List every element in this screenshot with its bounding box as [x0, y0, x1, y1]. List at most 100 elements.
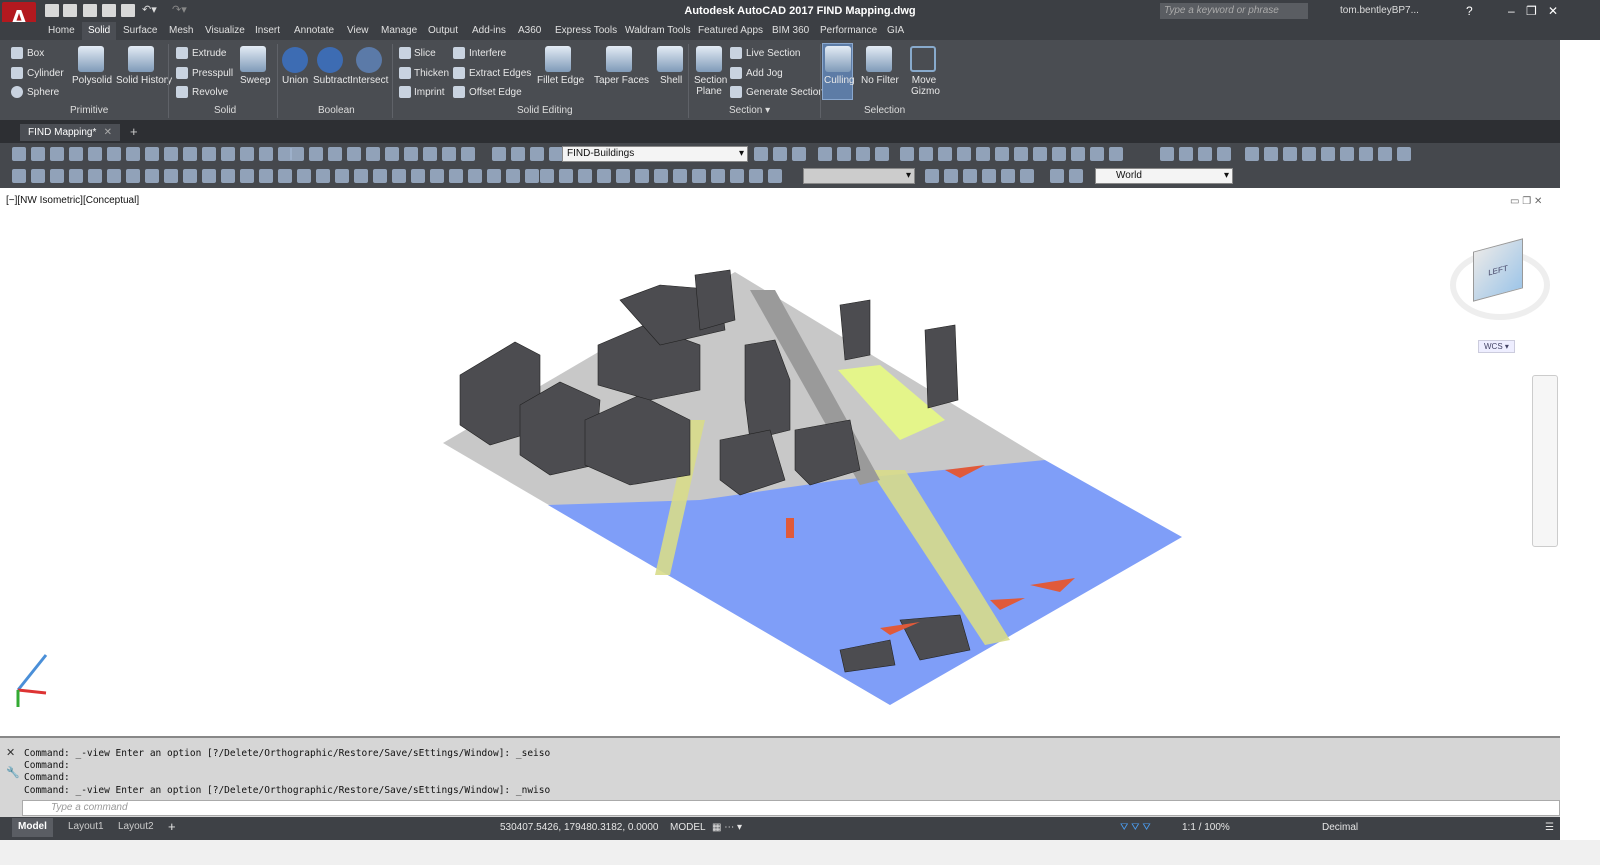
- toolbar-tool-icon[interactable]: [430, 169, 444, 183]
- close-command-line-icon[interactable]: ✕: [6, 746, 15, 759]
- toolbar-tool-icon[interactable]: [492, 147, 506, 161]
- toolbar-tool-icon[interactable]: [963, 169, 977, 183]
- customization-menu[interactable]: ☰: [1545, 822, 1554, 833]
- toolbar-tool-icon[interactable]: [925, 169, 939, 183]
- toolbar-tool-icon[interactable]: [366, 147, 380, 161]
- toolbar-tool-icon[interactable]: [1321, 147, 1335, 161]
- file-tab[interactable]: FIND Mapping* ✕: [20, 124, 120, 141]
- toolbar-tool-icon[interactable]: [183, 169, 197, 183]
- toolbar-tool-icon[interactable]: [423, 147, 437, 161]
- toolbar-tool-icon[interactable]: [711, 169, 725, 183]
- move-gizmo-button[interactable]: Move Gizmo: [911, 75, 940, 97]
- minimize-button[interactable]: –: [1508, 4, 1515, 18]
- toolbar-tool-icon[interactable]: [31, 169, 45, 183]
- toolbar-tool-icon[interactable]: [1397, 147, 1411, 161]
- tab-model[interactable]: Model: [12, 818, 53, 837]
- toolbar-tool-icon[interactable]: [1020, 169, 1034, 183]
- customize-icon[interactable]: 🔧: [6, 766, 20, 779]
- toolbar-tool-icon[interactable]: [69, 169, 83, 183]
- toolbar-tool-icon[interactable]: [938, 147, 952, 161]
- toolbar-tool-icon[interactable]: [145, 147, 159, 161]
- toolbar-tool-icon[interactable]: [328, 147, 342, 161]
- toolbar-tool-icon[interactable]: [1001, 169, 1015, 183]
- toolbar-tool-icon[interactable]: [411, 169, 425, 183]
- toolbar-tool-icon[interactable]: [107, 169, 121, 183]
- toolbar-tool-icon[interactable]: [976, 147, 990, 161]
- help-icon[interactable]: ?: [1466, 4, 1473, 18]
- toolbar-tool-icon[interactable]: [392, 169, 406, 183]
- sphere-button[interactable]: Sphere: [27, 87, 59, 98]
- toolbar-tool-icon[interactable]: [768, 169, 782, 183]
- toolbar-tool-icon[interactable]: [164, 147, 178, 161]
- toolbar-tool-icon[interactable]: [183, 147, 197, 161]
- viewport-window-controls[interactable]: ▭ ❐ ✕: [1510, 196, 1542, 207]
- toolbar-tool-icon[interactable]: [468, 169, 482, 183]
- tab-bim360[interactable]: BIM 360: [772, 25, 809, 36]
- toolbar-tool-icon[interactable]: [1179, 147, 1193, 161]
- toolbar-tool-icon[interactable]: [525, 169, 539, 183]
- restore-button[interactable]: ❐: [1526, 4, 1537, 18]
- toolbar-tool-icon[interactable]: [1359, 147, 1373, 161]
- toolbar-tool-icon[interactable]: [50, 147, 64, 161]
- toolbar-tool-icon[interactable]: [754, 147, 768, 161]
- toolbar-tool-icon[interactable]: [900, 147, 914, 161]
- toolbar-tool-icon[interactable]: [1014, 147, 1028, 161]
- drawing-viewport[interactable]: [0, 188, 1560, 736]
- toolbar-tool-icon[interactable]: [635, 169, 649, 183]
- layer-dropdown[interactable]: FIND-Buildings ▾: [562, 146, 748, 162]
- box-button[interactable]: Box: [27, 48, 44, 59]
- grid-toggle[interactable]: ▦ ⋯ ▾: [712, 822, 742, 833]
- toolbar-tool-icon[interactable]: [982, 169, 996, 183]
- close-tab-icon[interactable]: ✕: [104, 127, 112, 138]
- revolve-button[interactable]: Revolve: [192, 87, 228, 98]
- toolbar-tool-icon[interactable]: [673, 169, 687, 183]
- tab-manage[interactable]: Manage: [381, 25, 417, 36]
- toolbar-tool-icon[interactable]: [259, 169, 273, 183]
- interfere-button[interactable]: Interfere: [469, 48, 506, 59]
- toolbar-tool-icon[interactable]: [461, 147, 475, 161]
- toolbar-tool-icon[interactable]: [856, 147, 870, 161]
- toolbar-tool-icon[interactable]: [1069, 169, 1083, 183]
- polysolid-button[interactable]: Polysolid: [72, 75, 112, 86]
- tab-performance[interactable]: Performance: [820, 25, 877, 36]
- toolbar-tool-icon[interactable]: [559, 169, 573, 183]
- plot-icon[interactable]: [121, 4, 135, 17]
- tab-express-tools[interactable]: Express Tools: [555, 25, 617, 36]
- toolbar-tool-icon[interactable]: [919, 147, 933, 161]
- toolbar-tool-icon[interactable]: [69, 147, 83, 161]
- toolbar-tool-icon[interactable]: [549, 147, 563, 161]
- thicken-button[interactable]: Thicken: [414, 68, 449, 79]
- toolbar-tool-icon[interactable]: [1340, 147, 1354, 161]
- command-input[interactable]: Type a command: [22, 800, 1560, 816]
- toolbar-tool-icon[interactable]: [31, 147, 45, 161]
- toolbar-tool-icon[interactable]: [164, 169, 178, 183]
- toolbar-tool-icon[interactable]: [297, 169, 311, 183]
- toolbar-tool-icon[interactable]: [654, 169, 668, 183]
- toolbar-tool-icon[interactable]: [278, 169, 292, 183]
- ucs-dropdown[interactable]: World ▾: [1095, 168, 1233, 184]
- toolbar-tool-icon[interactable]: [1198, 147, 1212, 161]
- subtract-button[interactable]: Subtract: [313, 75, 350, 86]
- toolbar-tool-icon[interactable]: [88, 147, 102, 161]
- toolbar-tool-icon[interactable]: [404, 147, 418, 161]
- toolbar-tool-icon[interactable]: [88, 169, 102, 183]
- toolbar-tool-icon[interactable]: [944, 169, 958, 183]
- tab-home[interactable]: Home: [48, 25, 75, 36]
- tab-waldram-tools[interactable]: Waldram Tools: [625, 25, 691, 36]
- solid-history-button[interactable]: Solid History: [116, 75, 172, 86]
- tab-visualize[interactable]: Visualize: [205, 25, 245, 36]
- toolbar-tool-icon[interactable]: [354, 169, 368, 183]
- undo-icon[interactable]: ↶▾: [142, 3, 157, 16]
- toolbar-tool-icon[interactable]: [1109, 147, 1123, 161]
- panel-label-section[interactable]: Section ▾: [729, 105, 770, 116]
- live-section-button[interactable]: Live Section: [746, 48, 800, 59]
- toolbar-tool-icon[interactable]: [616, 169, 630, 183]
- toolbar-tool-icon[interactable]: [730, 169, 744, 183]
- toolbar-tool-icon[interactable]: [1264, 147, 1278, 161]
- extract-edges-button[interactable]: Extract Edges: [469, 68, 531, 79]
- toolbar-tool-icon[interactable]: [1378, 147, 1392, 161]
- toolbar-tool-icon[interactable]: [145, 169, 159, 183]
- fillet-edge-button[interactable]: Fillet Edge: [537, 75, 584, 86]
- presspull-button[interactable]: Presspull: [192, 68, 233, 79]
- toolbar-tool-icon[interactable]: [385, 147, 399, 161]
